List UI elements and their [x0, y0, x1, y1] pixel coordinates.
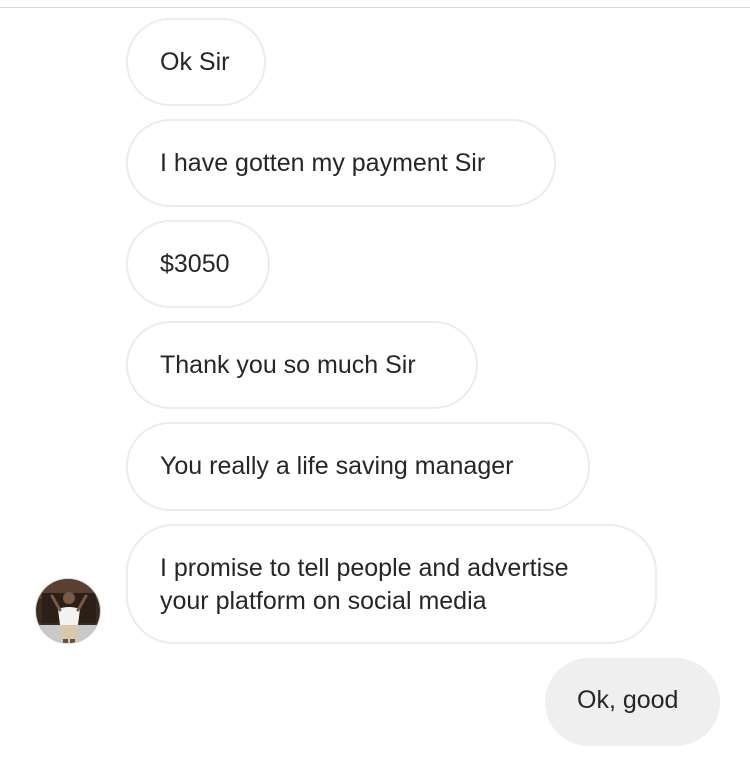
message-text-line: I promise to tell people and advertise — [160, 554, 569, 582]
message-text: Thank you so much Sir — [160, 351, 416, 379]
message-text-line: your platform on social media — [160, 587, 487, 615]
message-bubble-incoming[interactable]: Thank you so much Sir — [126, 321, 478, 409]
message-bubble-incoming[interactable]: $3050 — [126, 220, 270, 308]
message-text: You really a life saving manager — [160, 452, 514, 480]
message-bubble-incoming[interactable]: I have gotten my payment Sir — [126, 119, 556, 207]
message-bubble-incoming[interactable]: You really a life saving manager — [126, 422, 590, 511]
message-bubble-outgoing[interactable]: Ok, good — [545, 658, 720, 746]
top-divider — [0, 0, 750, 8]
avatar[interactable] — [35, 578, 101, 644]
message-bubble-incoming[interactable]: Ok Sir — [126, 18, 266, 106]
message-text: Ok, good — [577, 686, 679, 714]
profile-photo-icon — [36, 579, 100, 643]
message-bubble-incoming[interactable]: I promise to tell people and advertise y… — [126, 524, 657, 644]
message-text: Ok Sir — [160, 48, 230, 76]
message-text: $3050 — [160, 250, 230, 278]
message-text: I have gotten my payment Sir — [160, 149, 486, 177]
